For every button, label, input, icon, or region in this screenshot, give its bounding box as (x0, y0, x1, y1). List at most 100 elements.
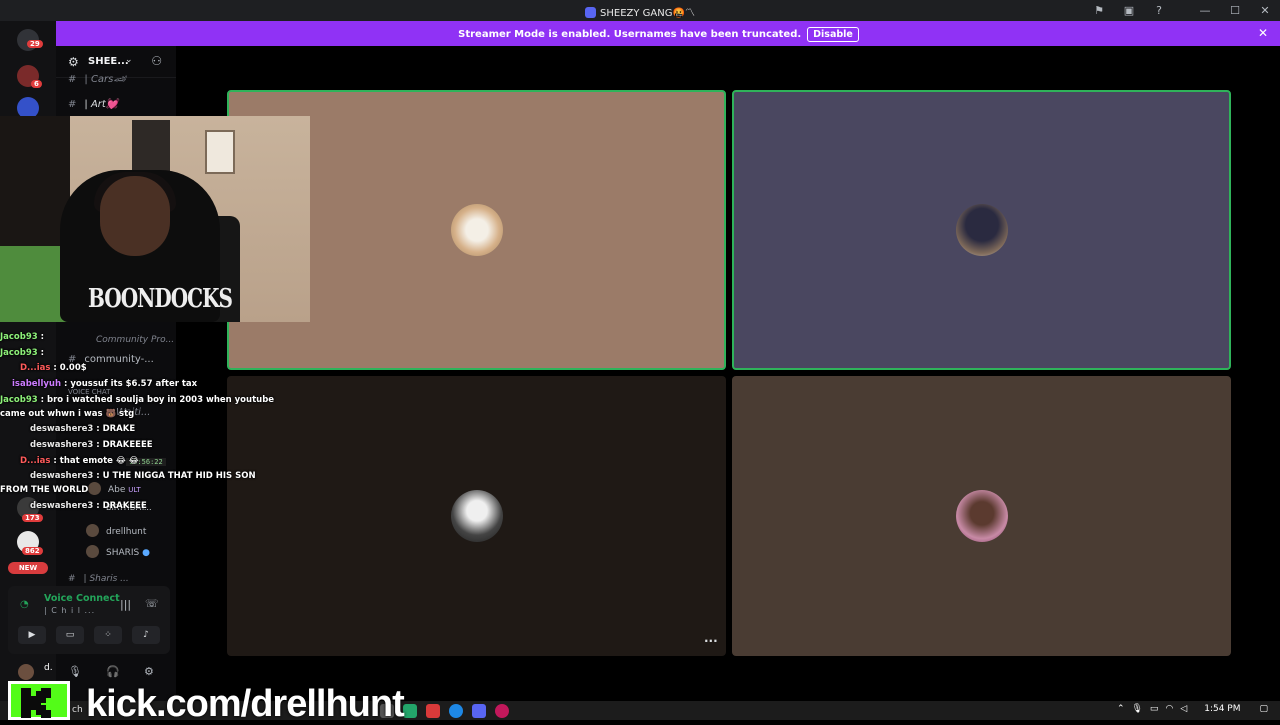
chat-text: FROM THE WORLD (0, 485, 89, 495)
chat-message: Jacob93 : bro i watched soulja boy in 20… (0, 395, 274, 405)
participant-tile[interactable] (227, 376, 726, 656)
chat-text: : that emote 😂 😂 (53, 456, 139, 466)
chevron-up-icon[interactable]: ⌃ (1117, 704, 1125, 714)
server-settings-icon[interactable]: ⚙ (68, 55, 79, 69)
new-servers-badge[interactable]: NEW (8, 562, 48, 574)
taskbar-search[interactable]: ch (72, 705, 83, 715)
member-drellhunt[interactable]: drellhunt (86, 524, 146, 537)
volume-icon[interactable]: ◁ (1180, 704, 1187, 714)
maximize-icon[interactable]: ☐ (1220, 4, 1250, 17)
minimize-icon[interactable]: — (1190, 4, 1220, 17)
avatar (86, 545, 99, 558)
chat-text: : DRAKE (96, 424, 136, 434)
channel-art[interactable]: # | Art💓 (68, 99, 118, 110)
soundboard-icon[interactable]: ♪ (132, 626, 160, 644)
window-title-text: SHEEZY GANG🤬〽 (600, 8, 695, 19)
disable-streamer-mode-button[interactable]: Disable (807, 27, 859, 42)
taskbar-clock[interactable]: 1:54 PM (1204, 704, 1240, 714)
chat-message: isabellyuh : youssuf its $6.57 after tax (12, 379, 197, 389)
chat-text: : (40, 348, 45, 358)
avatar[interactable] (955, 490, 1008, 542)
notification-icon[interactable]: ▢ (1259, 704, 1268, 714)
avatar[interactable] (955, 204, 1008, 256)
hash-icon: # (68, 74, 77, 85)
chat-message: deswashere3 : DRAKE (30, 424, 135, 434)
noise-suppression-icon[interactable]: ||| (120, 598, 131, 611)
chat-message: came out whwn i was 🐻 stg (0, 409, 134, 419)
headphones-icon[interactable]: 🎧 (106, 665, 120, 678)
hash-icon: # (68, 574, 76, 584)
streamer-mode-banner: Streamer Mode is enabled. Usernames have… (55, 21, 1280, 46)
username: d. (44, 663, 53, 673)
member-abe[interactable]: Abe ULT (88, 482, 141, 495)
avatar[interactable] (18, 664, 34, 680)
avatar (88, 482, 101, 495)
participant-tile[interactable] (732, 90, 1231, 370)
participant-tile[interactable] (732, 376, 1231, 656)
taskbar-app-icon[interactable] (426, 704, 440, 718)
banner-close-icon[interactable]: ✕ (1258, 26, 1268, 40)
channel-sharis[interactable]: # | Sharis ... (68, 574, 129, 584)
camera-icon[interactable]: ▶ (18, 626, 46, 644)
kick-logo (8, 681, 70, 720)
chat-user: D...ias (20, 363, 51, 373)
avatar[interactable] (450, 204, 503, 256)
signal-icon[interactable]: ◔ (20, 599, 29, 610)
streamer-webcam: BOONDOCKS (0, 116, 310, 322)
discord-icon[interactable] (472, 704, 486, 718)
chat-message: D...ias : that emote 😂 😂 (20, 456, 139, 466)
channel-community-pro[interactable]: Community Pro... (96, 335, 174, 345)
channel-label: | Sharis ... (83, 574, 129, 584)
chat-message: Jacob93 : (0, 348, 44, 358)
close-icon[interactable]: ✕ (1250, 4, 1280, 17)
chat-user: deswashere3 (30, 471, 94, 481)
speech-bubble-icon: ● (142, 548, 150, 558)
chat-user: Jacob93 (0, 332, 38, 342)
network-icon[interactable]: ▭ (1150, 704, 1159, 714)
disconnect-icon[interactable]: ☏ (145, 597, 159, 610)
activities-icon[interactable]: ⁘ (94, 626, 122, 644)
poster-image (132, 120, 170, 176)
server-badge: 173 (22, 514, 43, 522)
voice-channel-name[interactable]: | C h i l ... (44, 606, 95, 615)
member-sharis[interactable]: SHARIS ● (86, 545, 150, 558)
channel-label: | Art💓 (84, 99, 119, 110)
wifi-icon[interactable]: ◠ (1165, 704, 1173, 714)
dm-badge: 29 (27, 40, 43, 48)
server-badge: 6 (31, 80, 42, 88)
microphone-icon[interactable]: 🎙 (68, 665, 82, 678)
chat-text: : youssuf its $6.57 after tax (64, 379, 198, 389)
chat-message: Jacob93 : (0, 332, 44, 342)
gear-icon[interactable]: ⚙ (144, 665, 154, 678)
avatar[interactable] (450, 490, 503, 542)
help-icon[interactable]: ? (1144, 4, 1174, 17)
flag-icon[interactable]: ⚑ (1084, 4, 1114, 17)
chat-text: : DRAKEEE (96, 501, 147, 511)
chat-text: : (40, 332, 45, 342)
server-badge: 862 (22, 547, 43, 555)
channel-label: community-... (84, 354, 154, 365)
invite-icon[interactable]: ⚇ (151, 54, 162, 68)
taskbar-app-icon[interactable] (403, 704, 417, 718)
chat-text: came out whwn i was 🐻 stg (0, 409, 135, 419)
more-options-icon[interactable]: ··· (704, 634, 718, 648)
chat-message: deswashere3 : DRAKEEE (30, 501, 147, 511)
taskbar-app-icon[interactable] (495, 704, 509, 718)
inbox-icon[interactable]: ▣ (1114, 4, 1144, 17)
chat-user: D...ias (20, 456, 51, 466)
server-name: SHEE... (88, 56, 129, 67)
member-name: drellhunt (106, 527, 147, 537)
voice-status[interactable]: Voice Connect (44, 593, 120, 604)
chat-text: : bro i watched soulja boy in 2003 when … (40, 395, 275, 405)
title-bar: SHEEZY GANG🤬〽 ⚑ ▣ ? — ☐ ✕ (0, 0, 1280, 21)
edge-icon[interactable] (449, 704, 463, 718)
channel-cars[interactable]: # | Cars🏎 (68, 74, 126, 85)
chat-user: Jacob93 (0, 395, 38, 405)
microphone-icon[interactable]: 🎙 (1131, 704, 1142, 714)
screen-share-icon[interactable]: ▭ (56, 626, 84, 644)
chat-message: D...ias : 0.00$ (20, 363, 87, 373)
channel-label: | Cars🏎 (84, 74, 127, 85)
banner-message: Streamer Mode is enabled. Usernames have… (458, 29, 802, 40)
chevron-down-icon: ⌄ (125, 55, 133, 65)
chat-user: Jacob93 (0, 348, 38, 358)
